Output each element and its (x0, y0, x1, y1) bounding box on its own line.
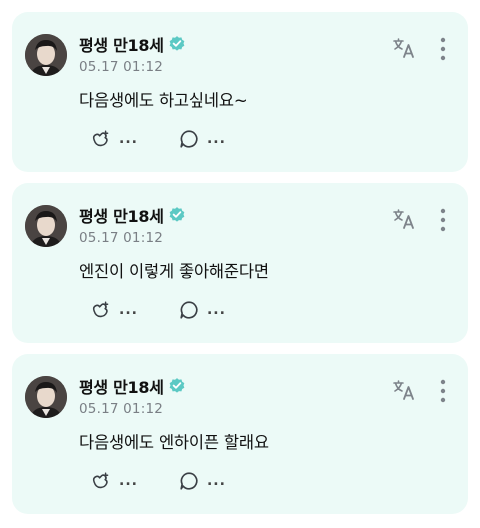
more-options-icon[interactable] (436, 36, 450, 62)
react-button[interactable]: ... (90, 299, 138, 321)
more-options-icon[interactable] (436, 207, 450, 233)
comment-icon (178, 299, 200, 321)
reply-button[interactable]: ... (178, 299, 226, 321)
reply-button[interactable]: ... (178, 128, 226, 150)
avatar[interactable] (25, 34, 67, 76)
post-card[interactable]: 평생 만18세 05.17 01:12 엔진이 이렇게 좋아해준다면 ... .… (12, 183, 468, 343)
verified-badge-icon (168, 35, 186, 53)
translate-icon[interactable] (392, 378, 416, 402)
author-row: 평생 만18세 (79, 33, 186, 55)
post-card[interactable]: 평생 만18세 05.17 01:12 다음생에도 엔하이픈 할래요 ... .… (12, 354, 468, 514)
more-options-icon[interactable] (436, 378, 450, 404)
post-text: 다음생에도 하고싶네요~ (79, 91, 248, 110)
comment-icon (178, 470, 200, 492)
reply-count: ... (206, 473, 226, 489)
post-timestamp: 05.17 01:12 (79, 59, 164, 75)
author-row: 평생 만18세 (79, 375, 186, 397)
author-name[interactable]: 평생 만18세 (79, 203, 164, 227)
reply-count: ... (206, 302, 226, 318)
post-feed: 평생 만18세 05.17 01:12 다음생에도 하고싶네요~ ... ...… (0, 0, 480, 528)
avatar[interactable] (25, 376, 67, 418)
react-icon (90, 470, 112, 492)
verified-badge-icon (168, 206, 186, 224)
react-button[interactable]: ... (90, 470, 138, 492)
post-timestamp: 05.17 01:12 (79, 401, 164, 417)
post-text: 엔진이 이렇게 좋아해준다면 (79, 262, 269, 281)
avatar[interactable] (25, 205, 67, 247)
post-timestamp: 05.17 01:12 (79, 230, 164, 246)
post-actions: ... ... (90, 125, 266, 153)
post-actions: ... ... (90, 467, 266, 495)
react-icon (90, 128, 112, 150)
react-button[interactable]: ... (90, 128, 138, 150)
react-icon (90, 299, 112, 321)
reply-count: ... (206, 131, 226, 147)
author-name[interactable]: 평생 만18세 (79, 374, 164, 398)
author-row: 평생 만18세 (79, 204, 186, 226)
translate-icon[interactable] (392, 36, 416, 60)
verified-badge-icon (168, 377, 186, 395)
post-text: 다음생에도 엔하이픈 할래요 (79, 433, 269, 452)
reply-button[interactable]: ... (178, 470, 226, 492)
comment-icon (178, 128, 200, 150)
react-count: ... (119, 302, 138, 318)
post-actions: ... ... (90, 296, 266, 324)
react-count: ... (119, 473, 138, 489)
react-count: ... (119, 131, 138, 147)
translate-icon[interactable] (392, 207, 416, 231)
post-card[interactable]: 평생 만18세 05.17 01:12 다음생에도 하고싶네요~ ... ... (12, 12, 468, 172)
author-name[interactable]: 평생 만18세 (79, 32, 164, 56)
